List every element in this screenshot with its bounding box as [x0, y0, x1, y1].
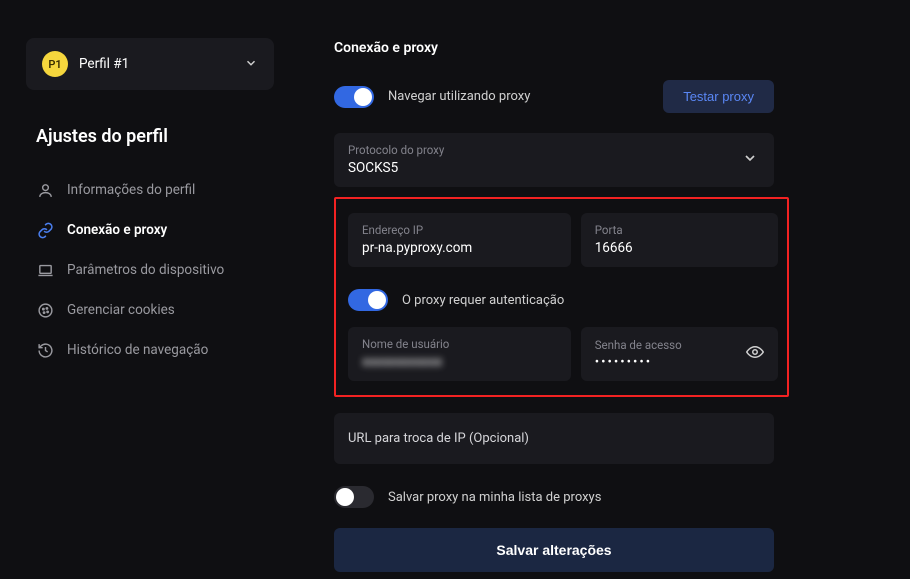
section-title: Ajustes do perfil: [36, 126, 290, 147]
cookie-icon: [36, 301, 54, 319]
highlight-box: Endereço IP pr-na.pyproxy.com Porta 1666…: [334, 197, 789, 397]
toggle-label: Salvar proxy na minha lista de proxys: [388, 490, 601, 505]
protocol-label: Protocolo do proxy: [348, 143, 444, 157]
toggle-save-proxy-list[interactable]: [334, 486, 374, 508]
link-icon: [36, 221, 54, 239]
port-value: 16666: [595, 240, 764, 256]
toggle-label: Navegar utilizando proxy: [388, 89, 530, 104]
password-field[interactable]: Senha de acesso •••••••••: [581, 327, 778, 381]
profile-selector[interactable]: P1 Perfil #1: [26, 38, 274, 90]
username-value: xxxxxxxxxxxx: [362, 354, 557, 370]
sidebar-item-device-params[interactable]: Parâmetros do dispositivo: [26, 251, 290, 289]
password-label: Senha de acesso: [595, 338, 682, 352]
profile-name: Perfil #1: [79, 56, 129, 72]
ip-field[interactable]: Endereço IP pr-na.pyproxy.com: [348, 213, 571, 267]
protocol-select[interactable]: Protocolo do proxy SOCKS5: [334, 133, 774, 187]
ip-change-url-input[interactable]: URL para troca de IP (Opcional): [334, 413, 774, 464]
chevron-down-icon: [244, 55, 258, 74]
history-icon: [36, 341, 54, 359]
toggle-browse-via-proxy[interactable]: [334, 86, 374, 108]
sidebar-item-manage-cookies[interactable]: Gerenciar cookies: [26, 291, 290, 329]
user-icon: [36, 181, 54, 199]
sidebar-item-label: Histórico de navegação: [67, 342, 208, 358]
chevron-down-icon: [742, 150, 758, 170]
sidebar-item-label: Conexão e proxy: [67, 222, 167, 238]
save-changes-button[interactable]: Salvar alterações: [334, 528, 774, 572]
sidebar-item-history[interactable]: Histórico de navegação: [26, 331, 290, 369]
laptop-icon: [36, 261, 54, 279]
sidebar-item-label: Parâmetros do dispositivo: [67, 262, 224, 278]
username-label: Nome de usuário: [362, 337, 557, 351]
sidebar-item-connection-proxy[interactable]: Conexão e proxy: [26, 211, 290, 249]
password-value: •••••••••: [595, 355, 682, 370]
port-field[interactable]: Porta 16666: [581, 213, 778, 267]
profile-badge: P1: [42, 51, 68, 77]
test-proxy-button[interactable]: Testar proxy: [663, 80, 774, 113]
toggle-label: O proxy requer autenticação: [402, 293, 564, 308]
sidebar-item-label: Informações do perfil: [67, 182, 195, 198]
protocol-value: SOCKS5: [348, 160, 444, 176]
username-field[interactable]: Nome de usuário xxxxxxxxxxxx: [348, 327, 571, 381]
sidebar-item-label: Gerenciar cookies: [67, 302, 175, 318]
ip-value: pr-na.pyproxy.com: [362, 240, 557, 256]
toggle-proxy-auth[interactable]: [348, 289, 388, 311]
ip-label: Endereço IP: [362, 223, 557, 237]
eye-icon[interactable]: [746, 343, 764, 365]
sidebar-item-profile-info[interactable]: Informações do perfil: [26, 171, 290, 209]
page-title: Conexão e proxy: [334, 40, 880, 56]
port-label: Porta: [595, 223, 764, 237]
